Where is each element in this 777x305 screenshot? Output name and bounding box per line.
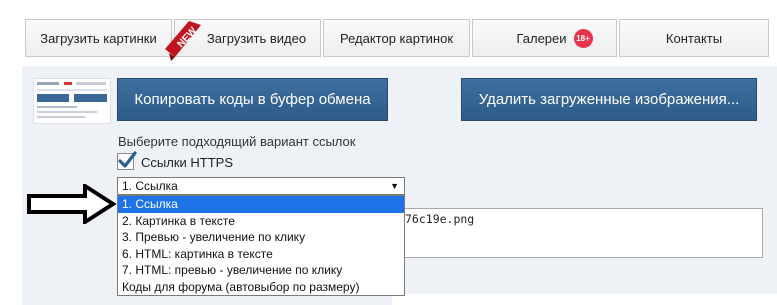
code-fragment-text: 76c19e.png (405, 212, 475, 226)
thumbnail-preview-image (34, 79, 110, 123)
tab-label: Редактор картинок (339, 30, 454, 46)
link-type-hint: Выберите подходящий вариант ссылок (118, 134, 356, 149)
tab-upload-video[interactable]: NEW Загрузить видео (165, 19, 321, 61)
top-navigation: Загрузить картинки NEW Загрузить видео Р… (25, 19, 769, 61)
select-value: 1. Ссылка (122, 179, 178, 193)
age-18-badge: 18+ (573, 28, 593, 48)
tab-label: Загрузить видео (206, 30, 307, 46)
dropdown-option[interactable]: 1. Ссылка (118, 196, 404, 213)
dropdown-option[interactable]: 6. HTML: картинка в тексте (118, 246, 404, 263)
https-links-label: Ссылки HTTPS (141, 155, 233, 170)
tab-label: Галереи (516, 30, 567, 46)
dropdown-option[interactable]: Коды для форума (автовыбор по размеру) (118, 279, 404, 296)
pointer-arrow-icon (27, 184, 117, 224)
link-type-select[interactable]: 1. Ссылка ▼ (117, 177, 405, 195)
dropdown-option[interactable]: 3. Превью - увеличение по клику (118, 229, 404, 246)
link-type-dropdown-list: 1. Ссылка 2. Картинка в тексте 3. Превью… (117, 195, 405, 296)
dropdown-option[interactable]: 7. HTML: превью - увеличение по клику (118, 262, 404, 279)
delete-uploaded-images-button[interactable]: Удалить загруженные изображения... (461, 78, 757, 121)
tab-contacts[interactable]: Контакты (619, 19, 769, 57)
tab-label: Контакты (665, 30, 723, 46)
tab-upload-images[interactable]: Загрузить картинки (25, 19, 172, 57)
svg-text:NEW: NEW (175, 25, 199, 50)
copy-codes-button[interactable]: Копировать коды в буфер обмена (117, 78, 388, 121)
uploaded-image-thumbnail[interactable] (33, 78, 111, 124)
dropdown-option[interactable]: 2. Картинка в тексте (118, 213, 404, 230)
tab-image-editor[interactable]: Редактор картинок (323, 19, 470, 57)
tab-label: Загрузить картинки (40, 30, 157, 46)
tab-galleries[interactable]: Галереи 18+ (472, 19, 617, 57)
https-links-checkbox[interactable] (117, 151, 137, 170)
checkmark-icon (118, 151, 137, 168)
chevron-down-icon: ▼ (390, 181, 399, 191)
